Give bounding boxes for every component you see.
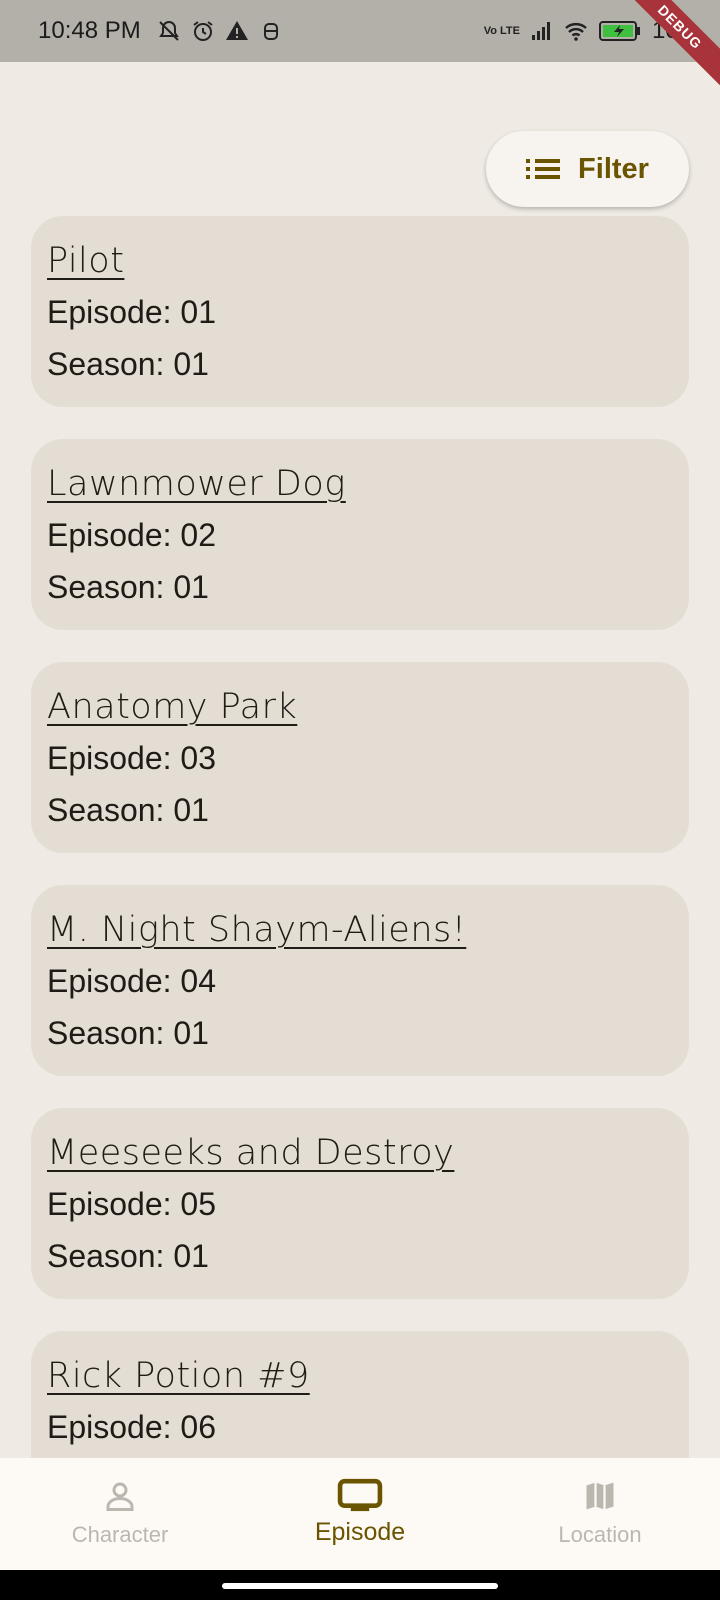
robot-icon [263, 23, 278, 40]
warning-icon [225, 21, 248, 40]
nav-label-location: Location [558, 1522, 642, 1547]
episode-number: Episode: 02 [47, 517, 217, 553]
episode-card[interactable]: Lawnmower Dog Episode: 02 Season: 01 [31, 439, 689, 630]
episode-number: Episode: 06 [47, 1409, 217, 1445]
status-left: 10:48 PM [38, 17, 283, 45]
episode-list[interactable]: Pilot Episode: 01 Season: 01 Lawnmower D… [31, 216, 689, 1458]
season-number: Season: 01 [47, 569, 209, 605]
episode-card[interactable]: M. Night Shaym-Aliens! Episode: 04 Seaso… [31, 885, 689, 1076]
nav-item-episode[interactable]: Episode [240, 1458, 480, 1570]
nav-item-location[interactable]: Location [480, 1458, 720, 1570]
status-notification-icons [157, 19, 283, 43]
episode-title[interactable]: M. Night Shaym-Aliens! [47, 905, 673, 955]
alarm-icon [193, 21, 213, 41]
wifi-icon [565, 23, 587, 41]
volte-indicator: Vo LTE [483, 24, 520, 37]
episode-title[interactable]: Rick Potion #9 [47, 1351, 673, 1401]
episode-card[interactable]: Anatomy Park Episode: 03 Season: 01 [31, 662, 689, 853]
episode-title[interactable]: Pilot [47, 236, 673, 286]
notifications-off-icon [158, 20, 179, 41]
battery-charging-icon [598, 21, 640, 41]
filter-button[interactable]: Filter [486, 131, 689, 207]
episode-card[interactable]: Meeseeks and Destroy Episode: 05 Season:… [31, 1108, 689, 1299]
bottom-navigation: Character Episode Location [0, 1458, 720, 1570]
season-number: Season: 01 [47, 792, 209, 828]
season-number: Season: 01 [47, 1015, 209, 1051]
episode-number: Episode: 05 [47, 1186, 217, 1222]
filter-label: Filter [578, 152, 649, 185]
nav-label-episode: Episode [314, 1518, 406, 1546]
status-time: 10:48 PM [38, 17, 141, 44]
list-icon [526, 159, 561, 179]
system-navigation-bar [0, 1570, 720, 1600]
episode-card[interactable]: Rick Potion #9 Episode: 06 [31, 1331, 689, 1458]
tv-icon [337, 1478, 383, 1512]
episode-title[interactable]: Meeseeks and Destroy [47, 1128, 673, 1178]
episode-number: Episode: 01 [47, 294, 217, 330]
status-bar: 10:48 PM Vo LTE [0, 0, 720, 62]
season-number: Season: 01 [47, 1238, 209, 1274]
nav-item-character[interactable]: Character [0, 1458, 240, 1570]
home-indicator[interactable] [222, 1583, 498, 1589]
episode-number: Episode: 03 [47, 740, 217, 776]
episode-number: Episode: 04 [47, 963, 217, 999]
season-number: Season: 01 [47, 346, 209, 382]
episode-title[interactable]: Lawnmower Dog [47, 459, 673, 509]
signal-icon [531, 22, 550, 40]
episode-title[interactable]: Anatomy Park [47, 682, 673, 732]
episode-card[interactable]: Pilot Episode: 01 Season: 01 [31, 216, 689, 407]
nav-label-character: Character [71, 1522, 169, 1547]
person-icon [106, 1482, 134, 1511]
map-icon [586, 1482, 614, 1510]
